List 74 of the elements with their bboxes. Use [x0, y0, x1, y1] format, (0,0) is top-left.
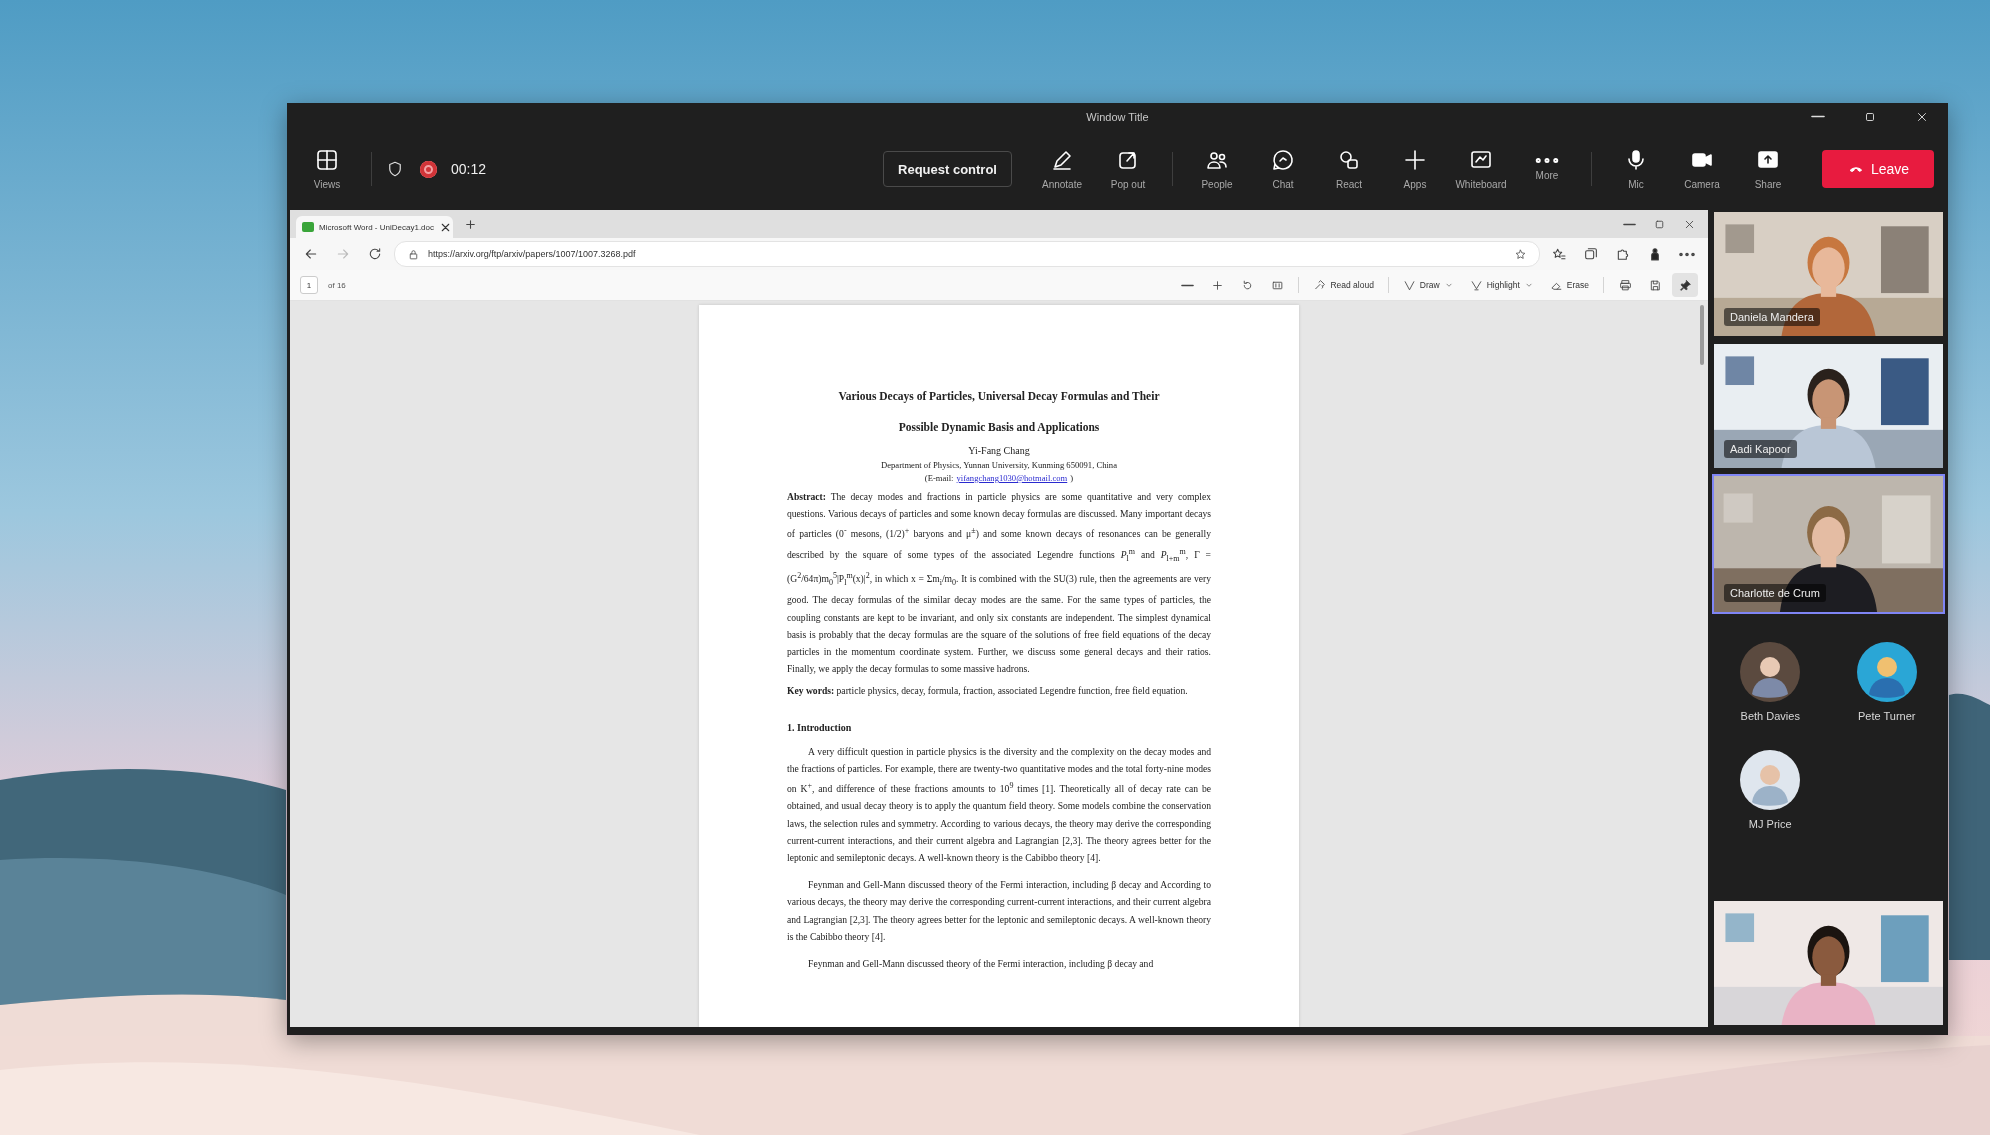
paragraph: Key words: particle physics, decay, formula, fraction, associated Legendre function, free field equation.: [787, 684, 1189, 699]
pin-icon: [1678, 278, 1692, 292]
erase-button[interactable]: Erase: [1543, 273, 1595, 297]
minimize-icon: [1811, 114, 1825, 119]
avatar[interactable]: [1740, 750, 1801, 810]
request-control-button[interactable]: Request control: [883, 151, 1012, 187]
paragraph: Feynman and Gell-Mann discussed theory of the Fermi interaction, including β decay and: [807, 957, 1155, 972]
video-tile[interactable]: Charlotte de Crum: [1712, 474, 1945, 614]
page-count: of 16: [328, 280, 346, 290]
email-label: (E-mail:: [924, 473, 954, 483]
annotate-button[interactable]: Annotate: [1032, 139, 1092, 199]
forward-icon: [335, 246, 351, 262]
page-number-field[interactable]: 1: [300, 276, 318, 294]
participant-name: Beth Davies: [1740, 710, 1800, 722]
paragraph: A very difficult question in particle physics is the diversity and the complexity on the decay modes and the fractions of particles. For example, there are twenty-two quantitative modes and the total forty-nine modes on K$^{+}$, and difference of these fractions amounts to 10$^{9}$ times [1]. Theoretically all of decay rate can be obtained, and usual decay theory is to apply the quantum field theory. Some models combine the conservation laws, the selection rules and symmetry. According to various decays, the theory may derive the corresponding current-current interactions, and their current algebra and Lagrangian [2,3]. The theory agrees better for the leptonic and semileptonic decays. A well-known theory is the Cabibbo theory [4].: [787, 744, 1211, 865]
avatar[interactable]: [1856, 642, 1917, 702]
react-button[interactable]: React: [1319, 139, 1379, 199]
back-icon: [303, 246, 319, 262]
save-icon: [1648, 278, 1662, 292]
mic-button[interactable]: Mic: [1606, 139, 1666, 199]
plus-icon: [1403, 148, 1427, 172]
star-icon: [1514, 247, 1527, 261]
chat-button[interactable]: Chat: [1253, 139, 1313, 199]
section-heading: 1. Introduction: [787, 721, 853, 733]
window-title: Window Title: [1086, 110, 1149, 123]
more-icon: [1679, 251, 1695, 257]
refresh-icon: [367, 246, 383, 262]
paper-title: Possible Dynamic Basis and Applications: [897, 420, 1101, 436]
camera-button[interactable]: Camera: [1672, 139, 1732, 199]
highlight-button[interactable]: Highlight: [1463, 273, 1540, 297]
participant-name: Pete Turner: [1858, 710, 1916, 722]
address-bar[interactable]: https://arxiv.org/ftp/arxiv/papers/1007/1007.3268.pdf: [394, 241, 1540, 267]
collections-icon: [1583, 246, 1599, 262]
email-link[interactable]: yifangchang1030@hotmail.com: [956, 473, 1068, 483]
minimize-icon: [1622, 221, 1636, 227]
author-name: Yi-Fang Chang: [967, 445, 1031, 456]
whiteboard-button[interactable]: Whiteboard: [1451, 139, 1511, 199]
shield-icon: [386, 160, 404, 178]
pin-button[interactable]: [1672, 273, 1698, 297]
plus-icon: [463, 217, 477, 231]
favorites-icon: [1551, 246, 1567, 262]
more-icon: [1535, 157, 1559, 163]
email-bracket: ): [1070, 473, 1074, 483]
paragraph: Abstract: The decay modes and fractions in particle physics are some quantitative and very complex questions. Various decays of particles and some known decay formulas are discussed. Many important decays of particles (0$^{-}$ mesons, (1/2)$^{+}$ baryons and μ$^{±}$) and some known decays of resonances can be generally described by the square of some types of the associated Legendre functions P$_{l}$$^{m}$ and P$_{l+m}$$^{m}$, Γ = (G$^{2}$/64π)m$_{0}$$^{5}$|P$_{l}$$^{m}$(x)|$^{2}$, in which x = Σm$_{i}$/m$_{0}$. It is combined with the SU(3) rule, then the agreements are very good. The decay formulas of the similar decay modes are the same. For the same types of particles, the coupling constants are kept to be invariant, and only six constants are independent. The simplest dynamical basis is probably that the decay formulas are the square of the solutions of free field equations of the decay particles in the momentum coordinate system. Further, we discuss some general decays and their ratios. Finally, we apply the decay formulas to some massive hadrons.: [787, 490, 1211, 677]
popout-button[interactable]: Pop out: [1098, 139, 1158, 199]
puzzle-icon: [1615, 246, 1631, 262]
participant-name: MJ Price: [1748, 818, 1792, 830]
leave-button[interactable]: Leave: [1822, 150, 1934, 188]
apps-button[interactable]: Apps: [1385, 139, 1445, 199]
grid-icon: [315, 148, 339, 172]
browser-tab[interactable]: Microsoft Word - UniDecay1.doc: [296, 216, 453, 238]
affiliation: Department of Physics, Yunnan University, Kunming 650091, China: [880, 460, 1118, 470]
document-icon: [302, 222, 314, 232]
share-button[interactable]: Share: [1738, 139, 1798, 199]
paragraph: Feynman and Gell-Mann discussed theory of the Fermi interaction, including β decay and According to various decays, the theory may derive the corresponding current-current interactions, and their current algebra and Lagrangian [2,3]. The theory agrees better for the leptonic and semileptonic decays. A well-known theory is the Cabibbo theory [4].: [787, 878, 1211, 944]
video-tile[interactable]: Aadi Kapoor: [1712, 342, 1945, 470]
people-button[interactable]: People: [1187, 139, 1247, 199]
lock-icon: [407, 247, 420, 261]
views-button[interactable]: Views: [297, 139, 357, 199]
participant-name: Daniela Mandera: [1724, 308, 1820, 326]
more-button[interactable]: More: [1517, 139, 1577, 199]
chat-icon: [1271, 148, 1295, 172]
draw-button[interactable]: Draw: [1396, 273, 1460, 297]
minus-icon: [1180, 282, 1194, 288]
meeting-timer: 00:12: [451, 161, 487, 177]
scrollbar[interactable]: [1700, 305, 1704, 365]
read-button[interactable]: Read aloud: [1307, 273, 1380, 297]
plus-icon: [1210, 278, 1224, 292]
avatar[interactable]: [1740, 642, 1801, 702]
participant-name: Aadi Kapoor: [1724, 440, 1797, 458]
video-tile[interactable]: Daniela Mandera: [1712, 210, 1945, 338]
participant-name: Charlotte de Crum: [1724, 584, 1826, 602]
print-icon: [1618, 278, 1632, 292]
paper-title: Various Decays of Particles, Universal Decay Formulas and Their: [837, 389, 1161, 405]
